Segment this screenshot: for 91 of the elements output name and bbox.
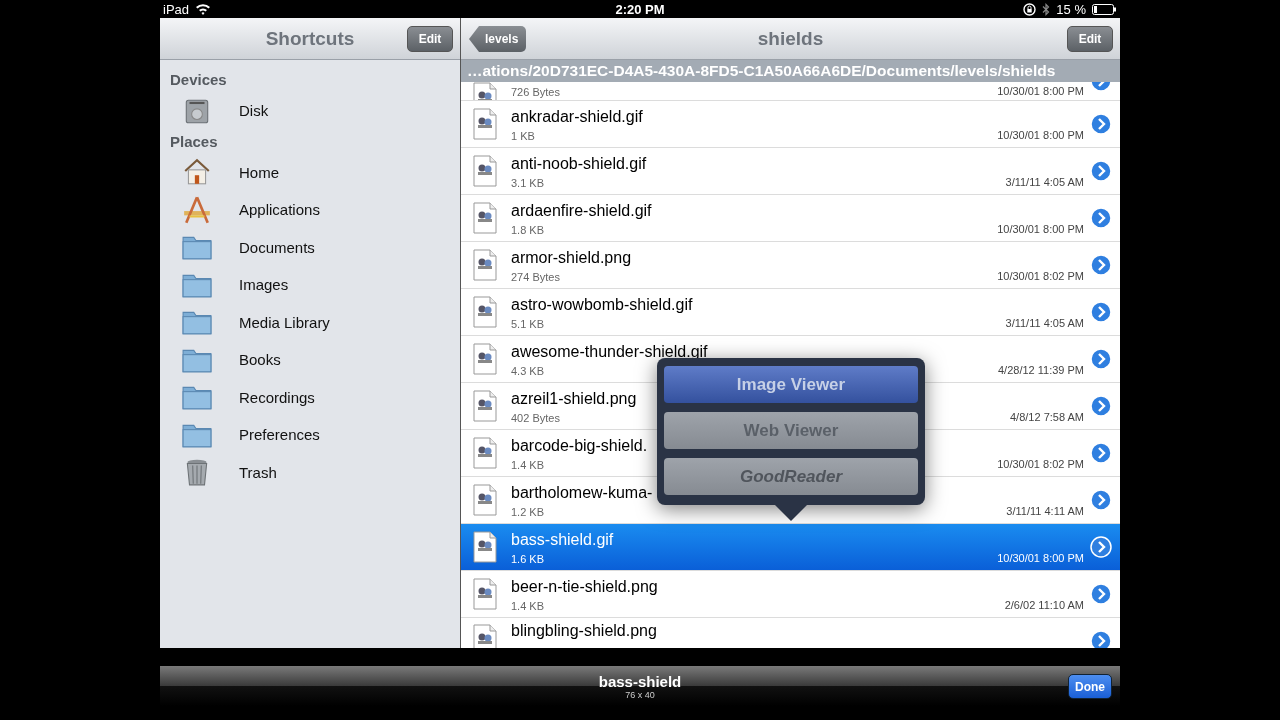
file-name: anti-noob-shield.gif xyxy=(511,153,647,174)
chevron-circle-icon[interactable] xyxy=(1090,489,1112,511)
image-file-icon xyxy=(473,531,497,563)
sidebar-item[interactable]: Preferences xyxy=(160,416,460,454)
file-date: 3/11/11 4:05 AM xyxy=(1005,317,1084,329)
file-name: beer-n-tie-shield.png xyxy=(511,576,658,597)
image-file-icon xyxy=(473,296,497,328)
chevron-circle-icon[interactable] xyxy=(1090,113,1112,135)
sidebar-item[interactable]: Documents xyxy=(160,228,460,266)
chevron-circle-icon[interactable] xyxy=(1090,536,1112,558)
image-dimensions: 76 x 40 xyxy=(625,689,655,700)
section-header: Places xyxy=(169,131,219,152)
battery-percent: 15 % xyxy=(1056,1,1086,17)
file-size: 1.8 KB xyxy=(511,223,545,236)
edit-button[interactable]: Edit xyxy=(1067,26,1113,52)
image-file-icon xyxy=(473,108,497,140)
file-size: 274 Bytes xyxy=(511,270,560,283)
sidebar-item[interactable]: Home xyxy=(160,153,460,191)
file-name: ankradar-shield.gif xyxy=(511,106,643,127)
file-size: 1.2 KB xyxy=(511,505,545,518)
done-button[interactable]: Done xyxy=(1068,674,1112,699)
battery-icon xyxy=(1092,3,1116,15)
file-date: 10/30/01 8:00 PM xyxy=(997,85,1084,97)
sidebar-item[interactable]: Disk xyxy=(160,92,460,130)
chevron-circle-icon[interactable] xyxy=(1090,207,1112,229)
file-name: astro-wowbomb-shield.gif xyxy=(511,294,693,315)
file-date: 10/30/01 8:00 PM xyxy=(997,129,1084,141)
chevron-circle-icon[interactable] xyxy=(1090,254,1112,276)
sidebar-item[interactable]: Trash xyxy=(160,453,460,491)
file-size: 1.4 KB xyxy=(511,458,545,471)
sidebar-item[interactable]: Recordings xyxy=(160,378,460,416)
file-date: 3/11/11 4:05 AM xyxy=(1005,176,1084,188)
section-header: Devices xyxy=(169,70,228,90)
image-file-icon xyxy=(473,624,497,648)
file-name: azreil1-shield.png xyxy=(511,388,637,409)
pencil-ruler-icon xyxy=(182,194,212,225)
file-size: 1.4 KB xyxy=(511,599,545,612)
clock-time: 2:20 PM xyxy=(614,1,666,17)
sidebar-item[interactable]: Books xyxy=(160,341,460,379)
rotation-lock-icon xyxy=(1023,2,1037,16)
image-title: bass-shield xyxy=(598,672,682,690)
file-row[interactable]: 726 Bytes 10/30/01 8:00 PM xyxy=(461,82,1120,101)
file-date: 10/30/01 8:02 PM xyxy=(997,270,1084,282)
image-file-icon xyxy=(473,202,497,234)
chevron-circle-icon[interactable] xyxy=(1090,301,1112,323)
file-name: armor-shield.png xyxy=(511,247,632,268)
sidebar-item[interactable]: Images xyxy=(160,266,460,304)
file-row[interactable]: bass-shield.gif 1.6 KB 10/30/01 8:00 PM xyxy=(461,524,1120,571)
file-date: 2/6/02 11:10 AM xyxy=(1004,599,1084,611)
file-name: bass-shield.gif xyxy=(511,529,614,550)
file-size: 402 Bytes xyxy=(511,411,560,424)
sidebar-item[interactable]: Applications xyxy=(160,191,460,229)
menu-option[interactable]: Image Viewer xyxy=(664,366,918,403)
sidebar-title: Shortcuts xyxy=(265,27,355,50)
file-size: 4.3 KB xyxy=(511,364,545,377)
wifi-icon xyxy=(195,3,212,15)
file-name: bartholomew-kuma- xyxy=(511,482,653,503)
chevron-circle-icon[interactable] xyxy=(1090,583,1112,605)
chevron-circle-icon[interactable] xyxy=(1090,442,1112,464)
file-size: 1 KB xyxy=(511,129,535,142)
bluetooth-icon xyxy=(1042,2,1051,16)
file-size: 726 Bytes xyxy=(511,86,560,98)
file-date: 4/28/12 11:39 PM xyxy=(997,364,1084,376)
file-size: 5.1 KB xyxy=(511,317,545,330)
folder-title: shields xyxy=(757,27,824,50)
file-size: 1.6 KB xyxy=(511,552,545,565)
image-file-icon xyxy=(473,484,497,516)
path-bar: …ations/20D731EC-D4A5-430A-8FD5-C1A50A66A6DE/Documents/levels/shields xyxy=(461,60,1120,82)
file-size: 3.1 KB xyxy=(511,176,545,189)
image-file-icon xyxy=(473,343,497,375)
file-name: awesome-thunder-shield.gif xyxy=(511,341,708,362)
image-file-icon xyxy=(473,437,497,469)
chevron-circle-icon[interactable] xyxy=(1090,348,1112,370)
image-file-icon xyxy=(473,578,497,610)
chevron-circle-icon[interactable] xyxy=(1090,160,1112,182)
sidebar-item[interactable]: Media Library xyxy=(160,303,460,341)
chevron-circle-icon[interactable] xyxy=(1090,395,1112,417)
image-file-icon xyxy=(473,249,497,281)
device-name: iPad xyxy=(163,1,190,17)
back-button[interactable]: levels xyxy=(469,26,527,52)
file-date: 4/8/12 7:58 AM xyxy=(1010,411,1084,423)
file-date: 10/30/01 8:00 PM xyxy=(997,552,1084,564)
edit-button[interactable]: Edit xyxy=(407,26,453,52)
file-date: 10/30/01 8:02 PM xyxy=(997,458,1084,470)
image-file-icon xyxy=(473,390,497,422)
image-file-icon xyxy=(473,155,497,187)
file-name: barcode-big-shield. xyxy=(511,435,648,456)
file-date: 10/30/01 8:00 PM xyxy=(997,223,1084,235)
file-name: ardaenfire-shield.gif xyxy=(511,200,652,221)
file-name: blingbling-shield.png xyxy=(511,621,657,641)
file-date: 3/11/11 4:11 AM xyxy=(1006,505,1084,517)
